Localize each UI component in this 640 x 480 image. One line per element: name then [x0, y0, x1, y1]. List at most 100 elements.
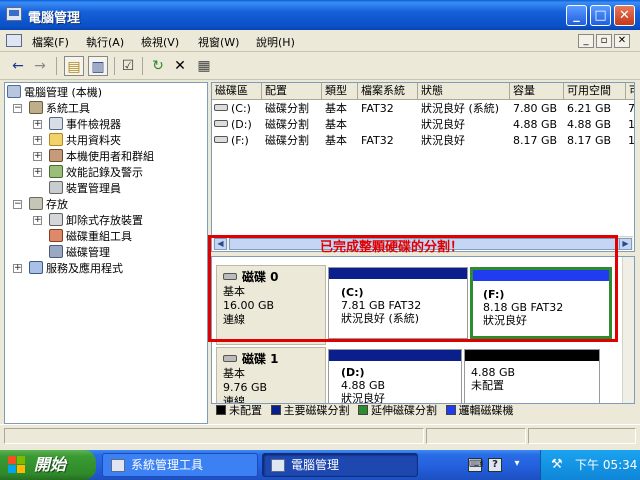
close-button[interactable]: ✕ — [614, 5, 635, 26]
expand-local-users[interactable]: + — [33, 152, 42, 161]
tree-item-label: 本機使用者和群組 — [66, 150, 154, 163]
collapse-storage[interactable]: − — [13, 200, 22, 209]
tree-item-local-users[interactable]: 本機使用者和群組 — [49, 149, 154, 165]
language-bar-icon[interactable]: ▾ — [510, 458, 524, 472]
table-cell-layout: 磁碟分割 — [265, 118, 309, 131]
collapse-system-tools[interactable]: − — [13, 104, 22, 113]
column-header-status[interactable]: 狀態 — [418, 83, 510, 100]
table-cell-status: 狀況良好 — [421, 118, 465, 131]
help-icon[interactable]: ▦ — [194, 56, 214, 76]
column-header-capacity[interactable]: 容量 — [510, 83, 564, 100]
tree-item-device-manager[interactable]: 裝置管理員 — [49, 181, 121, 197]
status-segment — [426, 428, 526, 444]
mdi-minimize-button[interactable]: _ — [578, 34, 594, 48]
tree-item-system-tools[interactable]: 系統工具 — [29, 101, 90, 117]
device-manager-icon — [49, 181, 63, 194]
taskbar-item-admin-tools[interactable]: 系統管理工具 — [102, 453, 258, 477]
vertical-scrollbar[interactable] — [622, 257, 634, 403]
menu-view[interactable]: 檢視(V) — [141, 34, 179, 50]
window-title: 電腦管理 — [28, 11, 81, 26]
table-cell-extra: 1 — [628, 118, 635, 131]
console-tree[interactable]: 電腦管理 (本機) − 系統工具 + 事件檢視器 + 共用資料夾 + 本機使用者… — [4, 82, 208, 424]
expand-services[interactable]: + — [13, 264, 22, 273]
computer-management-icon[interactable] — [6, 7, 22, 21]
tree-item-label: 事件檢視器 — [66, 118, 121, 131]
menu-window[interactable]: 視窗(W) — [198, 34, 239, 50]
table-cell-free: 8.17 GB — [567, 134, 612, 147]
legend-unallocated: 未配置 — [229, 404, 262, 417]
taskbar-item-computer-management[interactable]: 電腦管理 — [262, 453, 418, 477]
table-row-volume[interactable]: (F:) — [214, 133, 262, 149]
column-header-type[interactable]: 類型 — [322, 83, 358, 100]
tree-item-label: 存放 — [46, 198, 68, 211]
title-bar[interactable]: 電腦管理 _ □ ✕ — [0, 0, 640, 30]
volume-name: (C:) — [231, 102, 251, 115]
tree-root[interactable]: 電腦管理 (本機) — [7, 85, 102, 101]
partition-detail: 4.88 GB — [341, 379, 386, 392]
menu-file[interactable]: 檔案(F) — [32, 34, 69, 50]
clock[interactable]: 下午 05:34 — [575, 450, 637, 480]
column-header-truncated[interactable]: 可 — [626, 83, 634, 100]
tree-item-label: 效能記錄及警示 — [66, 166, 143, 179]
tree-item-disk-management[interactable]: 磁碟管理 — [49, 245, 110, 261]
mdi-restore-button[interactable]: ▫ — [596, 34, 612, 48]
help-icon[interactable]: ? — [488, 458, 502, 472]
shared-folder-icon — [49, 133, 63, 146]
disk-1-label[interactable]: 磁碟 1 基本 9.76 GB 連線 — [216, 347, 326, 403]
forward-arrow-icon[interactable]: → — [30, 56, 50, 76]
unallocated-bar — [465, 350, 599, 361]
column-header-volume[interactable]: 磁碟區 — [212, 83, 262, 100]
users-icon — [49, 149, 63, 162]
table-row-volume[interactable]: (D:) — [214, 117, 262, 133]
unallocated-space[interactable]: 4.88 GB 未配置 — [464, 349, 600, 403]
expand-removable-storage[interactable]: + — [33, 216, 42, 225]
tree-item-removable-storage[interactable]: 卸除式存放裝置 — [49, 213, 143, 229]
refresh-icon[interactable]: ↻ — [148, 56, 168, 76]
expand-shared-folders[interactable]: + — [33, 136, 42, 145]
tree-item-defragmenter[interactable]: 磁碟重組工具 — [49, 229, 132, 245]
tree-item-event-viewer[interactable]: 事件檢視器 — [49, 117, 121, 133]
table-cell-free: 4.88 GB — [567, 118, 612, 131]
column-header-free-space[interactable]: 可用空間 — [564, 83, 626, 100]
tree-item-storage[interactable]: 存放 — [29, 197, 68, 213]
partition-d[interactable]: (D:) 4.88 GB 狀況良好 — [328, 349, 462, 403]
network-icon[interactable]: ⚒ — [551, 450, 563, 480]
up-folder-icon[interactable]: ▤ — [64, 56, 84, 76]
expand-performance[interactable]: + — [33, 168, 42, 177]
scroll-right-icon[interactable]: ▶ — [619, 238, 632, 250]
mdi-close-button[interactable]: ✕ — [614, 34, 630, 48]
menu-action[interactable]: 執行(A) — [86, 34, 124, 50]
show-hide-tree-icon[interactable]: ▥ — [88, 56, 108, 76]
column-header-filesystem[interactable]: 檔案系統 — [358, 83, 418, 100]
window-menu-icon[interactable] — [6, 34, 22, 47]
tree-item-services[interactable]: 服務及應用程式 — [29, 261, 123, 277]
table-cell-extra: 1 — [628, 134, 635, 147]
menu-help[interactable]: 說明(H) — [256, 34, 295, 50]
legend-swatch-primary — [270, 405, 281, 415]
table-row-volume[interactable]: (C:) — [214, 101, 262, 117]
primary-partition-bar — [329, 350, 461, 361]
column-header-layout[interactable]: 配置 — [262, 83, 322, 100]
table-cell-free: 6.21 GB — [567, 102, 612, 115]
back-arrow-icon[interactable]: ← — [8, 56, 28, 76]
keyboard-icon[interactable]: ⌨ — [468, 458, 483, 472]
delete-icon[interactable]: ✕ — [170, 56, 190, 76]
tree-item-label: 共用資料夾 — [66, 134, 121, 147]
volume-list[interactable]: 磁碟區 配置 類型 檔案系統 狀態 容量 可用空間 可 (C:) 磁碟分割 基本… — [211, 82, 635, 252]
table-cell-capacity: 7.80 GB — [513, 102, 558, 115]
maximize-button[interactable]: □ — [590, 5, 611, 26]
system-tray: ⚒ 下午 05:34 — [540, 450, 640, 480]
properties-icon[interactable]: ☑ — [118, 56, 138, 76]
tree-item-label: 卸除式存放裝置 — [66, 214, 143, 227]
disk-type: 基本 — [223, 367, 245, 380]
table-cell-type: 基本 — [325, 134, 347, 147]
minimize-button[interactable]: _ — [566, 5, 587, 26]
toolbar: ← → ▤ ▥ ☑ ↻ ✕ ▦ — [0, 52, 640, 80]
tree-item-label: 服務及應用程式 — [46, 262, 123, 275]
start-button[interactable]: 開始 — [0, 450, 96, 480]
volume-name: (F:) — [231, 134, 249, 147]
tree-item-performance[interactable]: 效能記錄及警示 — [49, 165, 143, 181]
storage-icon — [29, 197, 43, 210]
tree-item-shared-folders[interactable]: 共用資料夾 — [49, 133, 121, 149]
expand-event-viewer[interactable]: + — [33, 120, 42, 129]
